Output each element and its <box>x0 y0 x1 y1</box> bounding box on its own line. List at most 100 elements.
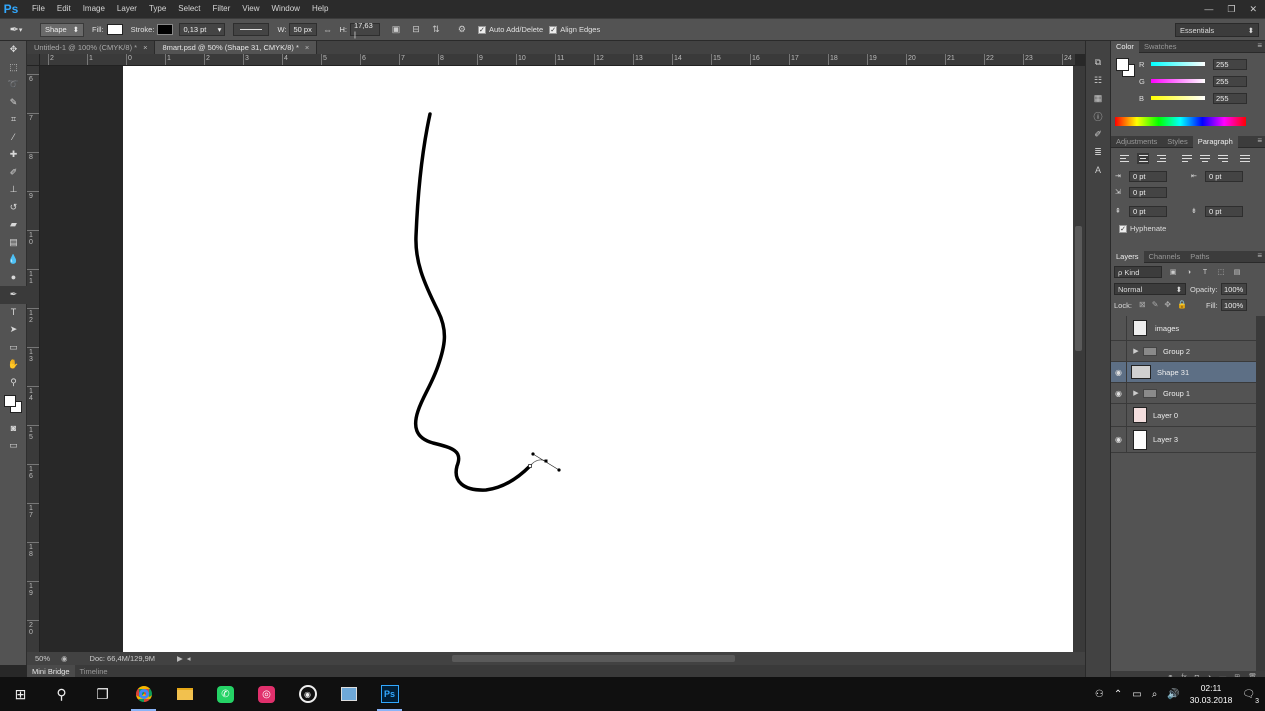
visibility-toggle[interactable] <box>1111 340 1127 362</box>
canvas-horizontal-scrollbar[interactable] <box>207 655 1077 662</box>
tab-channels[interactable]: Channels <box>1144 251 1186 263</box>
visibility-toggle[interactable] <box>1111 403 1127 427</box>
windows-start-icon[interactable]: ⊞ <box>0 677 41 711</box>
opacity-input[interactable]: 100% <box>1221 283 1247 295</box>
dodge-tool-icon[interactable]: ● <box>0 269 27 287</box>
path-arrangement-icon[interactable]: ⇅ <box>428 22 444 38</box>
bezier-handle-point[interactable] <box>531 452 535 456</box>
minimize-button[interactable]: — <box>1204 4 1213 14</box>
filter-adjustment-icon[interactable]: ◑ <box>1184 267 1194 277</box>
menu-type[interactable]: Type <box>143 0 172 18</box>
eye-icon[interactable]: ◉ <box>1111 361 1127 383</box>
blend-mode-select[interactable]: Normal ⬍ <box>1114 283 1186 295</box>
hand-tool-icon[interactable]: ✋ <box>0 356 27 374</box>
layer-row[interactable]: Layer 0 <box>1111 403 1256 427</box>
tab-timeline[interactable]: Timeline <box>75 665 113 677</box>
character-icon[interactable]: A <box>1086 161 1110 179</box>
tab-swatches[interactable]: Swatches <box>1139 41 1182 53</box>
clone-stamp-tool-icon[interactable]: ⊥ <box>0 181 27 199</box>
align-left-icon[interactable] <box>1119 153 1131 164</box>
canvas-vertical-scrollbar[interactable] <box>1073 66 1085 652</box>
red-value[interactable]: 255 <box>1213 58 1247 70</box>
brush-tool-icon[interactable]: ✐ <box>0 164 27 182</box>
space-before-field[interactable]: ⇞ 0 pt <box>1115 205 1179 217</box>
green-slider-bar[interactable] <box>1151 79 1205 83</box>
lasso-tool-icon[interactable]: ➰ <box>0 76 27 94</box>
chevron-up-icon[interactable]: ⌃ <box>1114 689 1122 700</box>
media-player-icon[interactable]: ◉ <box>287 677 328 711</box>
filter-shape-icon[interactable]: ⬚ <box>1216 267 1226 277</box>
green-slider[interactable]: G 255 <box>1139 75 1263 87</box>
tab-color[interactable]: Color <box>1111 40 1139 53</box>
whatsapp-icon[interactable]: ✆ <box>205 677 246 711</box>
align-right-icon[interactable] <box>1155 153 1167 164</box>
eyedropper-tool-icon[interactable]: ⁄ <box>0 129 27 147</box>
filter-smart-object-icon[interactable]: ▤ <box>1232 267 1242 277</box>
instagram-icon[interactable]: ◎ <box>246 677 287 711</box>
layer-row[interactable]: images <box>1111 315 1256 341</box>
zoom-tool-icon[interactable]: ⚲ <box>0 374 27 392</box>
anchor-point[interactable] <box>544 459 548 463</box>
expand-triangle-icon[interactable]: ▶ <box>1131 389 1141 397</box>
tab-mini-bridge[interactable]: Mini Bridge <box>27 665 75 677</box>
gradient-tool-icon[interactable]: ▤ <box>0 234 27 252</box>
blue-value[interactable]: 255 <box>1213 92 1247 104</box>
path-selection-tool-icon[interactable]: ➤ <box>0 321 27 339</box>
tab-paths[interactable]: Paths <box>1185 251 1214 263</box>
eye-icon[interactable]: ◉ <box>1111 426 1127 453</box>
nose-path-drawing[interactable] <box>123 66 1073 652</box>
height-input[interactable]: 17,63 | <box>349 21 380 39</box>
stroke-type-select[interactable] <box>233 23 270 36</box>
indent-left-field[interactable]: ⇥ 0 pt <box>1115 170 1179 182</box>
layer-row[interactable]: ◉ ▶ Group 1 <box>1111 382 1256 404</box>
task-view-icon[interactable]: ❐ <box>82 677 123 711</box>
gear-icon[interactable]: ⚙ <box>454 22 470 38</box>
chrome-icon[interactable] <box>123 677 164 711</box>
people-icon[interactable]: ⚇ <box>1095 689 1104 700</box>
info-icon[interactable]: ⓘ <box>1086 107 1110 125</box>
fill-swatch[interactable] <box>106 24 123 35</box>
scrollbar-thumb[interactable] <box>1075 226 1082 351</box>
healing-brush-tool-icon[interactable]: ✚ <box>0 146 27 164</box>
menu-view[interactable]: View <box>236 0 265 18</box>
brush-icon[interactable]: ✐ <box>1086 125 1110 143</box>
volume-icon[interactable]: 🔊 <box>1167 689 1179 700</box>
blur-tool-icon[interactable]: 💧 <box>0 251 27 269</box>
layer-row[interactable]: ◉ Layer 3 <box>1111 426 1256 453</box>
tab-untitled-1[interactable]: Untitled-1 @ 100% (CMYK/8) * × <box>27 41 156 54</box>
layer-row[interactable]: ◉ Shape 31 <box>1111 361 1256 383</box>
marquee-tool-icon[interactable]: ⬚ <box>0 59 27 77</box>
photos-icon[interactable] <box>328 677 369 711</box>
canvas-area[interactable] <box>40 66 1075 652</box>
indent-right-value[interactable]: 0 pt <box>1205 170 1243 182</box>
menu-edit[interactable]: Edit <box>51 0 77 18</box>
tab-layers[interactable]: Layers <box>1111 250 1144 263</box>
align-edges-checkbox[interactable]: ✓ Align Edges <box>549 25 600 34</box>
expand-triangle-icon[interactable]: ▶ <box>1131 347 1141 355</box>
restore-button[interactable]: ❐ <box>1227 4 1235 15</box>
path-alignment-icon[interactable]: ⊟ <box>408 22 424 38</box>
align-center-icon[interactable] <box>1137 153 1149 164</box>
justify-all-icon[interactable] <box>1239 153 1251 164</box>
vertical-ruler[interactable]: 6 7 8 9 10 11 12 13 14 15 16 17 18 19 20 <box>27 66 40 652</box>
stroke-width-input[interactable]: 0,13 pt ▾ <box>179 23 226 36</box>
notification-center-icon[interactable]: 🗨 3 <box>1242 689 1259 705</box>
nose-stroke-path[interactable] <box>413 112 532 492</box>
path-operations-icon[interactable]: ▣ <box>388 22 404 38</box>
layer-name[interactable]: Group 1 <box>1163 389 1190 398</box>
horizontal-ruler[interactable]: 2 1 0 1 2 3 4 5 6 7 8 9 10 11 12 13 14 15 16 17 18 19 20 21 22 23… <box>40 54 1075 66</box>
indent-first-line-field[interactable]: ⇲ 0 pt <box>1115 186 1179 198</box>
history-icon[interactable]: ⧉ <box>1086 53 1110 71</box>
crop-tool-icon[interactable]: ⌗ <box>0 111 27 129</box>
stroke-swatch[interactable] <box>157 24 174 35</box>
quick-mask-icon[interactable]: ◙ <box>0 419 27 437</box>
red-slider-bar[interactable] <box>1151 62 1205 66</box>
menu-image[interactable]: Image <box>77 0 111 18</box>
indent-first-line-value[interactable]: 0 pt <box>1129 186 1167 198</box>
close-icon[interactable]: × <box>305 43 309 52</box>
anchor-point[interactable] <box>528 464 532 468</box>
document-canvas[interactable] <box>123 66 1073 652</box>
actions-icon[interactable]: ▦ <box>1086 89 1110 107</box>
foreground-background-colors[interactable] <box>0 391 27 419</box>
rectangle-tool-icon[interactable]: ▭ <box>0 339 27 357</box>
